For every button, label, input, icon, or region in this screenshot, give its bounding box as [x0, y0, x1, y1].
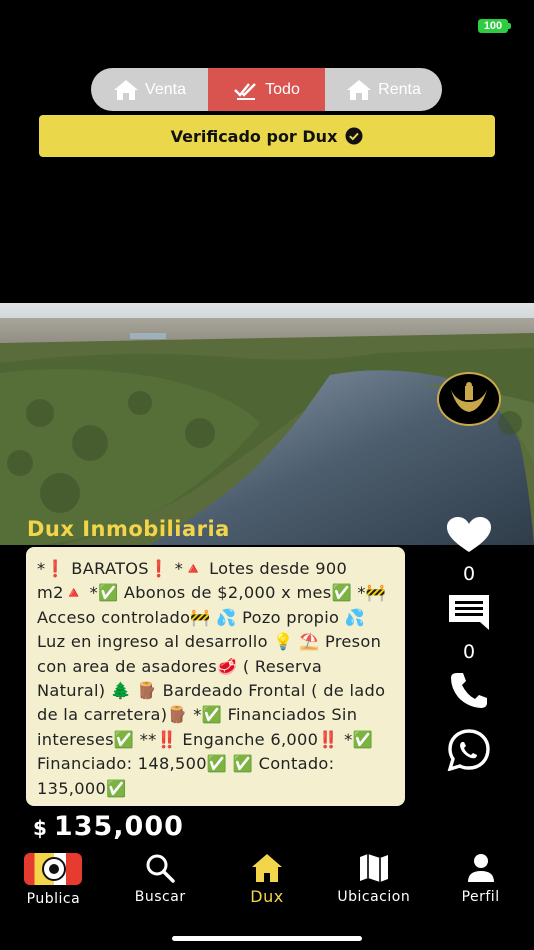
comment-icon — [449, 595, 489, 630]
segment-renta-label: Renta — [378, 80, 421, 98]
bottom-tab-bar: Publica Buscar Dux Ubicacion Perfil — [0, 848, 534, 908]
segment-venta[interactable]: Venta — [91, 68, 208, 111]
like-count: 0 — [462, 563, 476, 585]
verified-banner[interactable]: Verificado por Dux — [39, 115, 495, 157]
check-circle-icon — [345, 127, 363, 145]
home-icon — [251, 854, 282, 882]
comment-count: 0 — [462, 641, 476, 663]
heart-icon — [447, 517, 491, 552]
segment-todo[interactable]: Todo — [208, 68, 325, 111]
agency-logo[interactable] — [437, 372, 501, 426]
listing-type-segmented-control: Venta Todo Renta — [91, 68, 442, 111]
call-button[interactable] — [449, 671, 489, 709]
aerial-river-photo — [0, 303, 534, 545]
battery-tip — [508, 23, 511, 29]
tab-ubicacion-label: Ubicacion — [337, 889, 411, 905]
search-icon — [146, 854, 175, 883]
whatsapp-icon — [447, 729, 490, 771]
home-icon — [347, 79, 372, 100]
tab-ubicacion[interactable]: Ubicacion — [320, 848, 427, 908]
price-value: 135,000 — [53, 811, 184, 842]
battery-indicator: 100 — [478, 19, 508, 33]
map-icon — [359, 854, 388, 882]
tab-dux-label: Dux — [250, 887, 284, 906]
home-icon — [114, 79, 139, 100]
phone-icon — [451, 673, 487, 708]
tab-perfil-label: Perfil — [461, 889, 500, 905]
tab-buscar[interactable]: Buscar — [107, 848, 214, 908]
double-check-icon — [234, 82, 256, 100]
comment-button[interactable] — [447, 593, 491, 631]
price-currency: $ — [33, 816, 48, 840]
person-icon — [467, 854, 494, 882]
listing-photo[interactable] — [0, 303, 534, 545]
listing-description[interactable]: *❗ BARATOS❗ *🔺 Lotes desde 900 m2🔺 *✅ Ab… — [26, 547, 405, 806]
whatsapp-button[interactable] — [446, 729, 492, 771]
segment-renta[interactable]: Renta — [325, 68, 442, 111]
tab-publica-label: Publica — [26, 891, 81, 907]
tab-dux[interactable]: Dux — [214, 848, 321, 908]
segment-venta-label: Venta — [145, 80, 186, 98]
listing-price: $135,000 — [33, 811, 184, 842]
tab-buscar-label: Buscar — [134, 889, 186, 905]
verified-banner-label: Verificado por Dux — [170, 126, 338, 146]
tab-perfil[interactable]: Perfil — [427, 848, 534, 908]
like-button[interactable] — [446, 517, 492, 553]
agency-name[interactable]: Dux Inmobiliaria — [27, 517, 230, 541]
agency-logo-icon — [451, 382, 487, 412]
camera-icon — [24, 853, 83, 885]
home-indicator[interactable] — [172, 936, 362, 941]
tab-publica[interactable]: Publica — [0, 848, 107, 908]
segment-todo-label: Todo — [265, 80, 300, 98]
